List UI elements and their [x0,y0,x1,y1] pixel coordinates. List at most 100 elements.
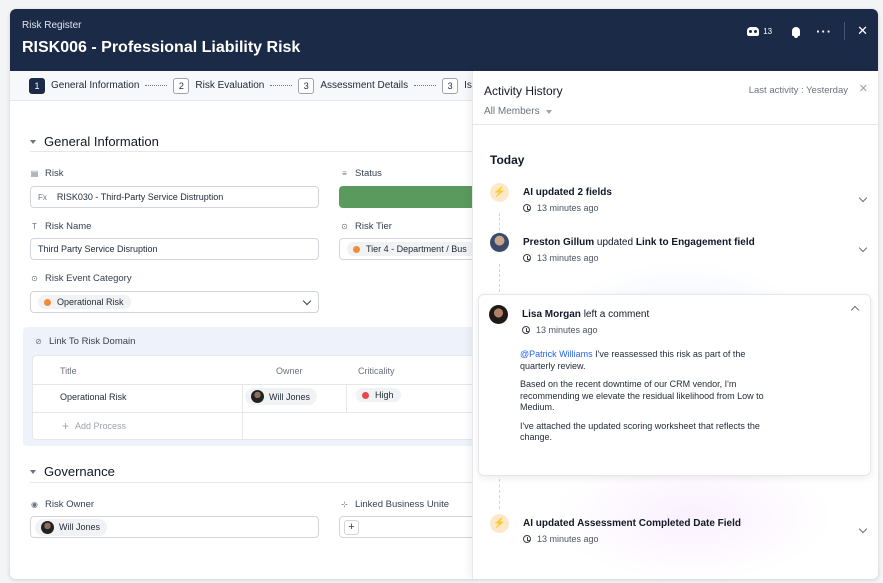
risk-owner-value: Will Jones [59,522,101,532]
row-divider [33,384,479,385]
step-number: 2 [173,77,190,94]
timeline-line [499,264,500,292]
event-category-select[interactable]: Operational Risk [30,291,319,313]
comment-card[interactable]: Lisa Morgan left a comment 13 minutes ag… [478,294,871,476]
step-number: 3 [298,77,315,94]
step-general-information[interactable]: 1 General Information [29,77,139,94]
linked-unit-field[interactable]: + [339,516,478,538]
risk-name-value: Third Party Service Disruption [38,244,158,254]
risk-owner-label: ◉ Risk Owner [30,499,94,510]
add-process-button[interactable]: + Add Process [62,419,126,433]
header-actions: 13 ··· ✕ [733,22,868,40]
domain-title: Operational Risk [60,392,127,402]
governance-toggle[interactable]: Governance [30,464,115,479]
section-divider [30,482,478,483]
risk-label-text: Risk [45,168,64,179]
risk-tier-pill: Tier 4 - Department / Bus [347,242,474,256]
step-assessment-details[interactable]: 3 Assessment Details [298,77,409,94]
activity-time: 13 minutes ago [523,203,599,213]
lightning-icon: ⚡ [490,183,509,202]
domain-label-text: Link To Risk Domain [49,336,136,347]
avatar [41,520,54,534]
step-risk-evaluation[interactable]: 2 Risk Evaluation [173,77,264,94]
avatar [489,305,508,324]
last-activity: Last activity : Yesterday [748,85,848,96]
step-number: 1 [29,77,45,94]
step-connector [145,85,168,86]
comment-body: @Patrick Williams I've reassessed this r… [520,349,764,442]
close-window-button[interactable]: ✕ [857,23,868,39]
step-label: Assessment Details [320,80,409,91]
ellipsis-icon: ··· [816,23,833,39]
chevron-down-icon [302,296,312,306]
clock-icon [522,326,530,334]
chevron-down-icon[interactable] [858,243,868,253]
chevron-down-icon[interactable] [858,524,868,534]
risk-field-value: RISK030 - Third-Party Service Distruptio… [56,192,224,202]
close-panel-button[interactable]: ✕ [859,82,868,95]
notifications-button[interactable] [792,23,801,39]
step-connector [270,85,293,86]
link-icon: ⊘ [35,337,42,346]
step-number: 3 [442,77,459,94]
risk-name-input[interactable]: Third Party Service Disruption [30,238,319,260]
chevron-up-icon[interactable] [850,305,860,315]
linked-unit-label-text: Linked Business Unite [355,499,449,510]
activity-text: Lisa Morgan left a comment [522,309,650,320]
timeline-line [499,213,500,235]
section-heading: General Information [44,134,159,149]
column-header: Owner [276,366,303,376]
risk-name-label-text: Risk Name [45,221,92,232]
risk-name-label: T Risk Name [30,221,91,232]
status-indicator[interactable]: A [339,186,481,208]
avatar [251,390,264,403]
domain-label: ⊘ Link To Risk Domain [34,336,135,347]
criticality-pill: High [356,388,401,402]
criticality-dot [362,391,369,399]
activity-title: Activity History [484,84,563,98]
header-divider [844,22,846,40]
risk-tier-label-text: Risk Tier [355,221,392,232]
category-dot [44,298,51,306]
page-title: RISK006 - Professional Liability Risk [22,39,301,56]
plus-icon: + [62,419,70,433]
activity-panel: Activity History Last activity : Yesterd… [472,71,878,579]
activity-text: AI updated 2 fields [523,187,612,198]
clock-icon [523,535,531,543]
circle-check-icon: ⊙ [341,222,348,231]
risk-field[interactable]: Fx RISK030 - Third-Party Service Distrup… [30,186,319,208]
risk-label: ▤ Risk [30,168,64,179]
add-process-label: Add Process [75,421,127,431]
event-category-pill: Operational Risk [38,295,131,309]
activity-time: 13 minutes ago [523,534,599,544]
chevron-down-icon[interactable] [858,193,868,203]
activity-text: AI updated Assessment Completed Date Fie… [523,518,742,529]
activity-time: 13 minutes ago [522,325,598,335]
general-information-toggle[interactable]: General Information [30,134,159,149]
breadcrumb[interactable]: Risk Register [22,20,81,31]
risk-window: Risk Register RISK006 - Professional Lia… [10,9,878,579]
activity-text: Preston Gillum updated Link to Engagemen… [523,237,755,248]
row-divider [33,412,479,413]
risk-owner-label-text: Risk Owner [45,499,95,510]
risk-tier-label: ⊙ Risk Tier [340,221,392,232]
section-divider [30,151,478,152]
owner-pill: Will Jones [245,388,318,405]
circle-check-icon: ⊙ [31,274,38,283]
column-header: Title [60,366,77,376]
mention-link[interactable]: @Patrick Williams [520,349,593,359]
members-filter[interactable]: All Members [484,106,552,117]
criticality-value: High [375,390,394,400]
column-header: Criticality [358,366,395,376]
clock-icon [523,254,531,262]
event-category-label: ⊙ Risk Event Category [30,273,131,284]
viewers-button[interactable]: 13 [747,23,772,39]
step-fourth[interactable]: 3 Is [442,77,472,94]
add-unit-button[interactable]: + [344,519,359,535]
section-heading: Governance [44,464,115,479]
caret-down-icon [545,109,552,114]
risk-owner-field[interactable]: Will Jones [30,516,319,538]
event-category-value: Operational Risk [57,297,124,307]
risk-tier-select[interactable]: Tier 4 - Department / Bus [339,238,478,260]
more-options-button[interactable]: ··· [816,23,832,39]
